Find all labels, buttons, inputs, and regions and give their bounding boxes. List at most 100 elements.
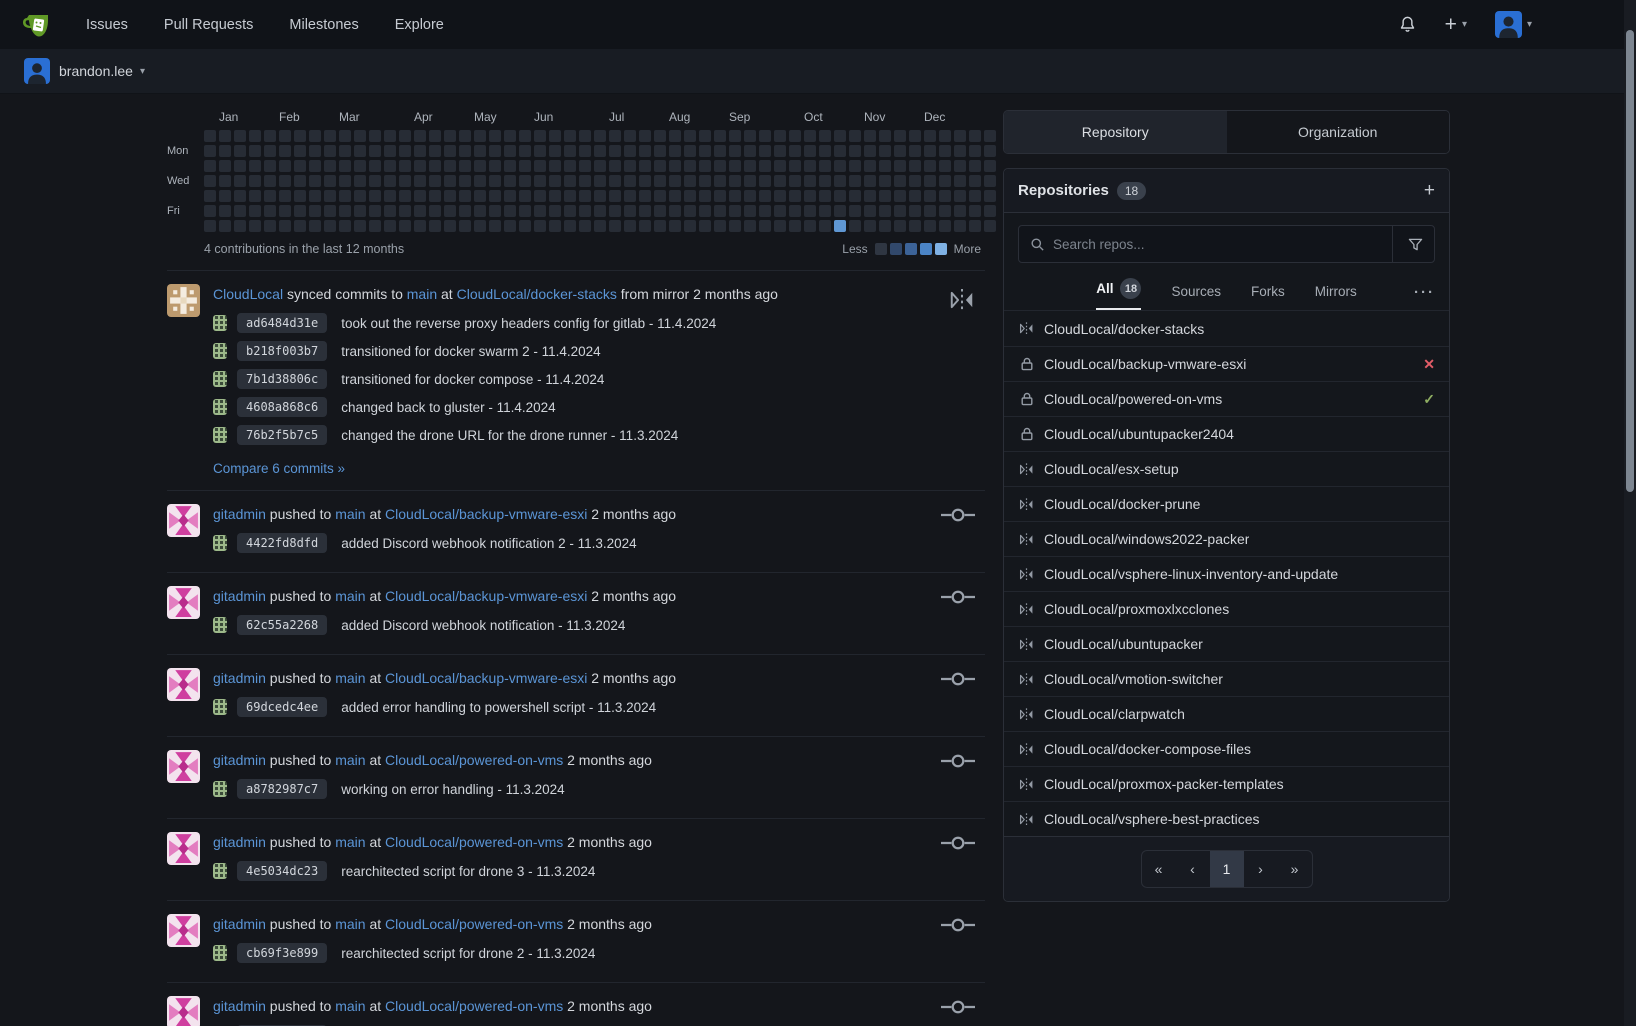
heatmap-cell[interactable]	[834, 160, 846, 172]
heatmap-cell[interactable]	[969, 190, 981, 202]
gitea-logo-icon[interactable]	[22, 9, 54, 41]
heatmap-cell[interactable]	[429, 160, 441, 172]
heatmap-cell[interactable]	[639, 220, 651, 232]
heatmap-cell[interactable]	[954, 145, 966, 157]
heatmap-cell[interactable]	[639, 145, 651, 157]
heatmap-cell[interactable]	[354, 160, 366, 172]
heatmap-cell[interactable]	[849, 160, 861, 172]
heatmap-cell[interactable]	[279, 130, 291, 142]
heatmap-cell[interactable]	[549, 175, 561, 187]
chevron-down-icon[interactable]: ▾	[140, 66, 145, 77]
heatmap-cell[interactable]	[984, 175, 996, 187]
heatmap-cell[interactable]	[849, 220, 861, 232]
heatmap-cell[interactable]	[204, 205, 216, 217]
heatmap-cell[interactable]	[699, 205, 711, 217]
heatmap-cell[interactable]	[594, 220, 606, 232]
heatmap-cell[interactable]	[489, 130, 501, 142]
heatmap-cell[interactable]	[864, 205, 876, 217]
heatmap-cell[interactable]	[339, 130, 351, 142]
branch-link[interactable]: main	[407, 286, 437, 302]
user-avatar[interactable]	[167, 996, 200, 1026]
branch-link[interactable]: main	[335, 834, 365, 850]
heatmap-cell[interactable]	[564, 145, 576, 157]
heatmap-cell[interactable]	[384, 130, 396, 142]
heatmap-cell[interactable]	[909, 205, 921, 217]
heatmap-cell[interactable]	[654, 145, 666, 157]
commit-hash-badge[interactable]: 62c55a2268	[237, 615, 327, 635]
new-repository-plus-icon[interactable]: +	[1424, 181, 1435, 200]
heatmap-cell[interactable]	[264, 220, 276, 232]
heatmap-grid[interactable]	[204, 130, 985, 232]
heatmap-cell[interactable]	[459, 190, 471, 202]
tab-organization[interactable]: Organization	[1227, 111, 1450, 153]
heatmap-cell[interactable]	[309, 160, 321, 172]
heatmap-cell[interactable]	[414, 130, 426, 142]
heatmap-cell[interactable]	[309, 130, 321, 142]
heatmap-cell[interactable]	[309, 145, 321, 157]
heatmap-cell[interactable]	[249, 160, 261, 172]
heatmap-cell[interactable]	[474, 190, 486, 202]
heatmap-cell[interactable]	[504, 190, 516, 202]
heatmap-cell-active[interactable]	[834, 220, 846, 232]
heatmap-cell[interactable]	[669, 220, 681, 232]
heatmap-cell[interactable]	[294, 205, 306, 217]
heatmap-cell[interactable]	[714, 145, 726, 157]
heatmap-cell[interactable]	[924, 145, 936, 157]
heatmap-cell[interactable]	[879, 130, 891, 142]
repo-list-item[interactable]: CloudLocal/windows2022-packer	[1004, 521, 1449, 556]
heatmap-cell[interactable]	[459, 130, 471, 142]
heatmap-cell[interactable]	[654, 190, 666, 202]
heatmap-cell[interactable]	[774, 130, 786, 142]
heatmap-cell[interactable]	[849, 175, 861, 187]
heatmap-cell[interactable]	[909, 130, 921, 142]
branch-link[interactable]: main	[335, 588, 365, 604]
heatmap-cell[interactable]	[354, 175, 366, 187]
heatmap-cell[interactable]	[714, 190, 726, 202]
user-avatar[interactable]	[167, 750, 200, 783]
heatmap-cell[interactable]	[564, 205, 576, 217]
heatmap-cell[interactable]	[984, 220, 996, 232]
heatmap-cell[interactable]	[519, 130, 531, 142]
heatmap-cell[interactable]	[609, 160, 621, 172]
heatmap-cell[interactable]	[969, 130, 981, 142]
heatmap-cell[interactable]	[594, 160, 606, 172]
heatmap-cell[interactable]	[474, 205, 486, 217]
repo-list-item[interactable]: CloudLocal/ubuntupacker	[1004, 626, 1449, 661]
heatmap-cell[interactable]	[534, 220, 546, 232]
heatmap-cell[interactable]	[684, 190, 696, 202]
heatmap-cell[interactable]	[639, 190, 651, 202]
actor-link[interactable]: gitadmin	[213, 752, 266, 768]
heatmap-cell[interactable]	[834, 130, 846, 142]
repo-link[interactable]: CloudLocal/powered-on-vms	[385, 752, 563, 768]
heatmap-cell[interactable]	[984, 145, 996, 157]
heatmap-cell[interactable]	[279, 160, 291, 172]
filter-tab-all[interactable]: All18	[1096, 278, 1141, 310]
commit-hash-badge[interactable]: ad6484d31e	[237, 313, 327, 333]
repo-link[interactable]: CloudLocal/powered-on-vms	[385, 834, 563, 850]
heatmap-cell[interactable]	[684, 160, 696, 172]
heatmap-cell[interactable]	[354, 205, 366, 217]
heatmap-cell[interactable]	[519, 145, 531, 157]
heatmap-cell[interactable]	[204, 220, 216, 232]
heatmap-cell[interactable]	[609, 175, 621, 187]
heatmap-cell[interactable]	[324, 205, 336, 217]
heatmap-cell[interactable]	[369, 130, 381, 142]
heatmap-cell[interactable]	[264, 205, 276, 217]
heatmap-cell[interactable]	[369, 175, 381, 187]
heatmap-cell[interactable]	[954, 130, 966, 142]
heatmap-cell[interactable]	[324, 175, 336, 187]
heatmap-cell[interactable]	[729, 205, 741, 217]
commit-hash-badge[interactable]: a8782987c7	[237, 779, 327, 799]
heatmap-cell[interactable]	[444, 205, 456, 217]
heatmap-cell[interactable]	[879, 220, 891, 232]
heatmap-cell[interactable]	[444, 145, 456, 157]
heatmap-cell[interactable]	[684, 175, 696, 187]
heatmap-cell[interactable]	[624, 175, 636, 187]
page-number[interactable]: 1	[1210, 851, 1244, 887]
heatmap-cell[interactable]	[819, 190, 831, 202]
heatmap-cell[interactable]	[879, 205, 891, 217]
actor-link[interactable]: gitadmin	[213, 834, 266, 850]
heatmap-cell[interactable]	[624, 160, 636, 172]
heatmap-cell[interactable]	[654, 220, 666, 232]
heatmap-cell[interactable]	[204, 175, 216, 187]
